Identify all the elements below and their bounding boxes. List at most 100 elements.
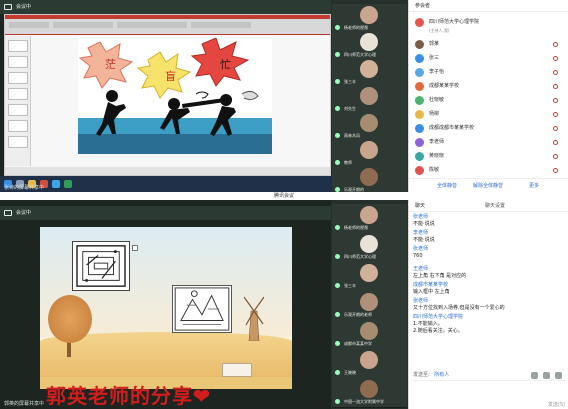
chat-panel: 聊天 聊天设置 张老师 不能·说说 李老师 不能·说说 张老师 760 王老师 …	[408, 200, 568, 409]
video-tile[interactable]: 教师	[332, 139, 407, 169]
avatar	[360, 351, 378, 369]
chat-header: 聊天 聊天设置	[409, 200, 568, 212]
windmill	[243, 291, 265, 342]
mic-icon	[335, 254, 340, 259]
ppt-ribbon	[5, 15, 330, 35]
top-video-tiles: 杨老师的视频 四川师范大学心理 张三丰 刘先生 雨林木风 教师 乐观开朗的	[331, 0, 408, 196]
bottom-share-status: 郭英的屏幕共享中	[4, 401, 45, 407]
slide-thumbnail[interactable]	[8, 120, 28, 132]
video-tile[interactable]: 张三丰	[332, 262, 407, 292]
mic-off-icon[interactable]	[553, 126, 558, 131]
mic-off-icon[interactable]	[553, 84, 558, 89]
file-icon[interactable]	[555, 372, 562, 379]
chat-sender: 李老师	[413, 230, 429, 236]
slide-thumbnail[interactable]	[8, 104, 28, 116]
mic-icon	[335, 370, 340, 375]
app-title: 腾讯会议	[0, 192, 568, 200]
maze-drawing	[76, 245, 126, 287]
chat-message: 760	[413, 253, 423, 259]
video-tile[interactable]: 王晓晓	[332, 349, 407, 379]
mic-icon	[335, 312, 340, 317]
mic-icon	[335, 106, 340, 111]
slide-thumbnail[interactable]	[8, 88, 28, 100]
video-tile[interactable]: 雨林木风	[332, 112, 407, 142]
farm-house	[222, 363, 252, 377]
participant-row[interactable]: 成都某某学校	[413, 80, 565, 93]
chat-sender: 张老师	[413, 246, 429, 252]
sketch-drawing	[174, 287, 230, 331]
unmute-all-button[interactable]: 解除全体静音	[473, 182, 503, 189]
mic-off-icon[interactable]	[553, 70, 558, 75]
mic-off-icon[interactable]	[553, 154, 558, 159]
avatar	[360, 206, 378, 224]
avatar	[360, 114, 378, 132]
avatar	[360, 87, 378, 105]
more-button[interactable]: 更多	[529, 182, 539, 189]
chat-input[interactable]	[413, 380, 565, 402]
maze-key-box	[132, 245, 138, 251]
avatar	[360, 33, 378, 51]
ppt-ribbon-group[interactable]	[117, 22, 187, 28]
image-icon[interactable]	[543, 372, 550, 379]
participant-row[interactable]: 杨柳	[413, 108, 565, 121]
video-tile[interactable]: 四川师范大学心理	[332, 233, 407, 263]
mic-off-icon[interactable]	[553, 168, 558, 173]
mic-off-icon[interactable]	[553, 56, 558, 61]
chat-recipient[interactable]: 发送至: 所有人	[413, 370, 565, 380]
slide-illustration: 茫 盲 忙	[78, 37, 272, 154]
mic-icon	[335, 341, 340, 346]
slide-thumbnail[interactable]	[8, 72, 28, 84]
avatar	[360, 293, 378, 311]
participant-row[interactable]: 张三	[413, 52, 565, 65]
ppt-ribbon-group[interactable]	[191, 22, 251, 28]
participant-row[interactable]: 郭某	[413, 38, 565, 51]
chat-settings-link[interactable]: 聊天设置	[485, 200, 505, 212]
chat-sender: 张老师	[413, 298, 429, 304]
emoji-icon[interactable]	[531, 372, 538, 379]
chat-recipient-select[interactable]: 所有人	[434, 372, 449, 378]
mic-off-icon[interactable]	[553, 112, 558, 117]
avatar	[415, 54, 424, 63]
participant-row[interactable]: 成都成都市某某学校	[413, 122, 565, 135]
participant-actions: 全体静音 解除全体静音 更多	[409, 178, 568, 192]
avatar	[360, 141, 378, 159]
mute-all-button[interactable]: 全体静音	[437, 182, 457, 189]
avatar	[415, 166, 424, 175]
mic-icon	[335, 133, 340, 138]
video-tile[interactable]: 杨老师的视频	[332, 4, 407, 34]
chat-sender: 王老师	[413, 266, 429, 272]
bottom-window-titlebar: 会议中	[0, 206, 331, 220]
participant-row[interactable]: 黄晓晓	[413, 150, 565, 163]
participant-row[interactable]: 陈敏	[413, 164, 565, 177]
slide-thumbnail[interactable]	[8, 56, 28, 68]
video-tile[interactable]: 四川师范大学心理	[332, 31, 407, 61]
video-tile[interactable]: 乐观开朗的老师	[332, 291, 407, 321]
mic-off-icon[interactable]	[553, 42, 558, 47]
send-button[interactable]: 发送(S)	[529, 401, 565, 409]
slide-thumbnail[interactable]	[8, 136, 28, 148]
video-tile[interactable]: 杨老师的视频	[332, 204, 407, 234]
avatar	[360, 322, 378, 340]
chat-message: 不能·说说	[413, 237, 435, 243]
mic-icon	[335, 79, 340, 84]
ppt-ribbon-group[interactable]	[53, 22, 113, 28]
video-tile[interactable]: 张三丰	[332, 58, 407, 88]
avatar	[415, 68, 424, 77]
video-tile[interactable]: 成都市某某中学	[332, 320, 407, 350]
participant-row[interactable]: 李子怡	[413, 66, 565, 79]
participants-panel: 参会者 四川师范大学心理学院 (主持人,我) 郭某 张三 李子怡 成都某某学校 …	[408, 0, 568, 192]
mic-off-icon[interactable]	[553, 98, 558, 103]
chat-message: 1.不能输入。	[413, 321, 443, 327]
video-tile[interactable]: 中国一流大学附属中学	[332, 378, 407, 408]
ppt-ribbon-group[interactable]	[9, 22, 49, 28]
ppt-ribbon-title-strip	[5, 15, 330, 19]
chat-message: 又十方位找到入场券,但是没有一个爱心的	[413, 305, 505, 311]
participant-row[interactable]: 杜晓敏	[413, 94, 565, 107]
mic-off-icon[interactable]	[553, 140, 558, 145]
avatar	[415, 110, 424, 119]
avatar	[415, 40, 424, 49]
participant-row[interactable]: 李老师	[413, 136, 565, 149]
chat-message: 2.随后看关注。关心。	[413, 328, 463, 334]
video-tile[interactable]: 刘先生	[332, 85, 407, 115]
slide-thumbnail[interactable]	[8, 40, 28, 52]
